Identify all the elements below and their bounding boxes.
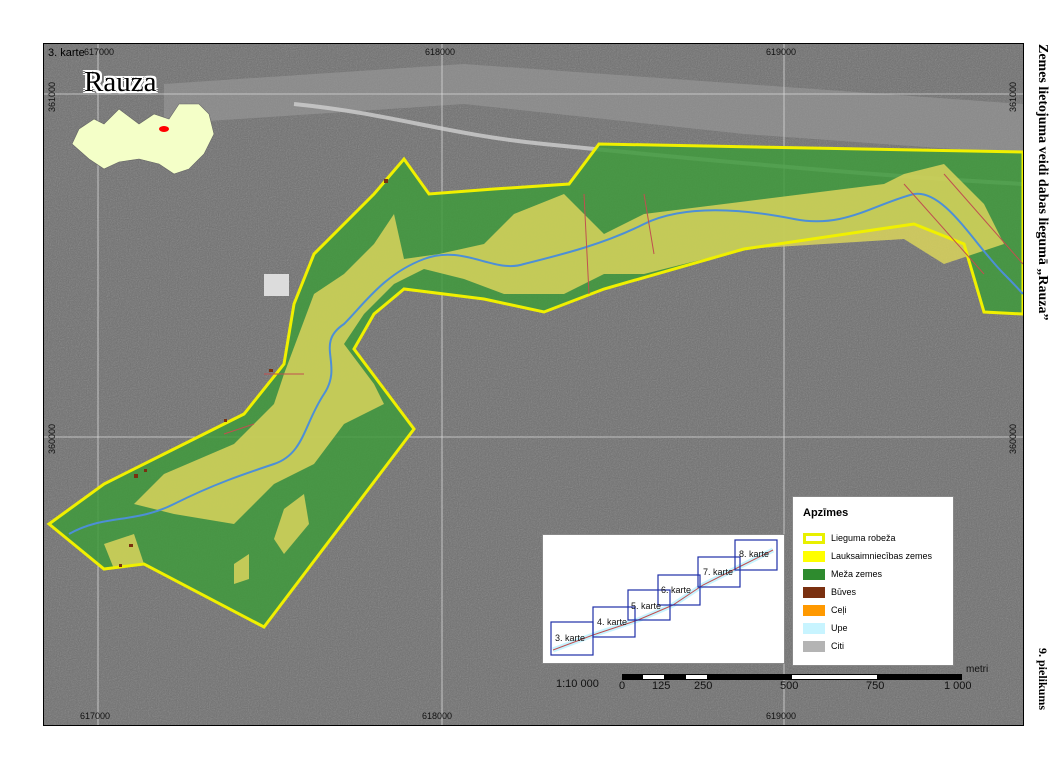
index-label-7: 7. karte — [703, 567, 734, 577]
scale-tick-750: 750 — [866, 680, 885, 692]
scale-bar-seg-1 — [643, 675, 664, 679]
scale-tick-125: 125 — [652, 680, 671, 692]
index-label-4: 4. karte — [597, 617, 628, 627]
legend-item-agricultural: Lauksaimniecības zemes — [803, 549, 932, 563]
scale-unit: metri — [966, 664, 989, 675]
legend: Apzīmes Lieguma robeža Lauksaimniecības … — [792, 496, 954, 666]
legend-item-forest: Meža zemes — [803, 567, 882, 581]
index-label-8: 8. karte — [739, 549, 770, 559]
coord-bottom-2: 618000 — [422, 711, 453, 721]
coord-top-2: 618000 — [425, 47, 456, 57]
index-label-6: 6. karte — [661, 585, 692, 595]
scale-bar-seg-3 — [792, 675, 877, 679]
legend-title: Apzīmes — [803, 507, 849, 519]
legend-swatch-buildings — [803, 586, 825, 598]
legend-swatch-roads — [803, 604, 825, 616]
index-label-3: 3. karte — [555, 633, 586, 643]
legend-item-roads: Ceļi — [803, 603, 847, 617]
scale-ratio: 1:10 000 — [556, 678, 599, 690]
coord-bottom-1: 617000 — [80, 711, 111, 721]
scale-bar: 1:10 000 metri 0 125 250 500 750 1 000 — [544, 664, 1004, 698]
legend-item-river: Upe — [803, 621, 848, 635]
coord-right-1: 361000 — [1008, 82, 1018, 113]
scale-bar-seg-2 — [686, 675, 707, 679]
map-frame: 3. karte Rauza 617000 618000 619000 6170… — [43, 43, 1024, 726]
legend-swatch-other — [803, 640, 825, 652]
location-marker — [159, 126, 169, 132]
coord-left-2: 360000 — [47, 424, 57, 455]
coord-left-1: 361000 — [47, 82, 57, 113]
scale-tick-0: 0 — [619, 680, 626, 692]
legend-swatch-boundary — [803, 532, 825, 544]
legend-swatch-agricultural — [803, 550, 825, 562]
scale-tick-500: 500 — [780, 680, 799, 692]
side-title: Zemes lietojuma veidi dabas liegumā „Rau… — [1035, 44, 1050, 321]
legend-item-other: Citi — [803, 639, 844, 653]
scale-tick-1000: 1 000 — [944, 680, 972, 692]
map-title: Rauza — [84, 66, 157, 98]
map-number-label: 3. karte — [48, 47, 85, 59]
index-map: 3. karte 4. karte 5. karte 6. karte 7. k… — [542, 534, 785, 664]
legend-swatch-forest — [803, 568, 825, 580]
index-label-5: 5. karte — [631, 601, 662, 611]
legend-swatch-river — [803, 622, 825, 634]
appendix-label: 9. pielikums — [1036, 648, 1050, 711]
quarry-area — [264, 274, 289, 296]
legend-item-buildings: Būves — [803, 585, 856, 599]
coord-top-1: 617000 — [84, 47, 115, 57]
coord-bottom-3: 619000 — [766, 711, 797, 721]
coord-right-2: 360000 — [1008, 424, 1018, 455]
scale-tick-250: 250 — [694, 680, 713, 692]
legend-item-boundary: Lieguma robeža — [803, 531, 896, 545]
coord-top-3: 619000 — [766, 47, 797, 57]
